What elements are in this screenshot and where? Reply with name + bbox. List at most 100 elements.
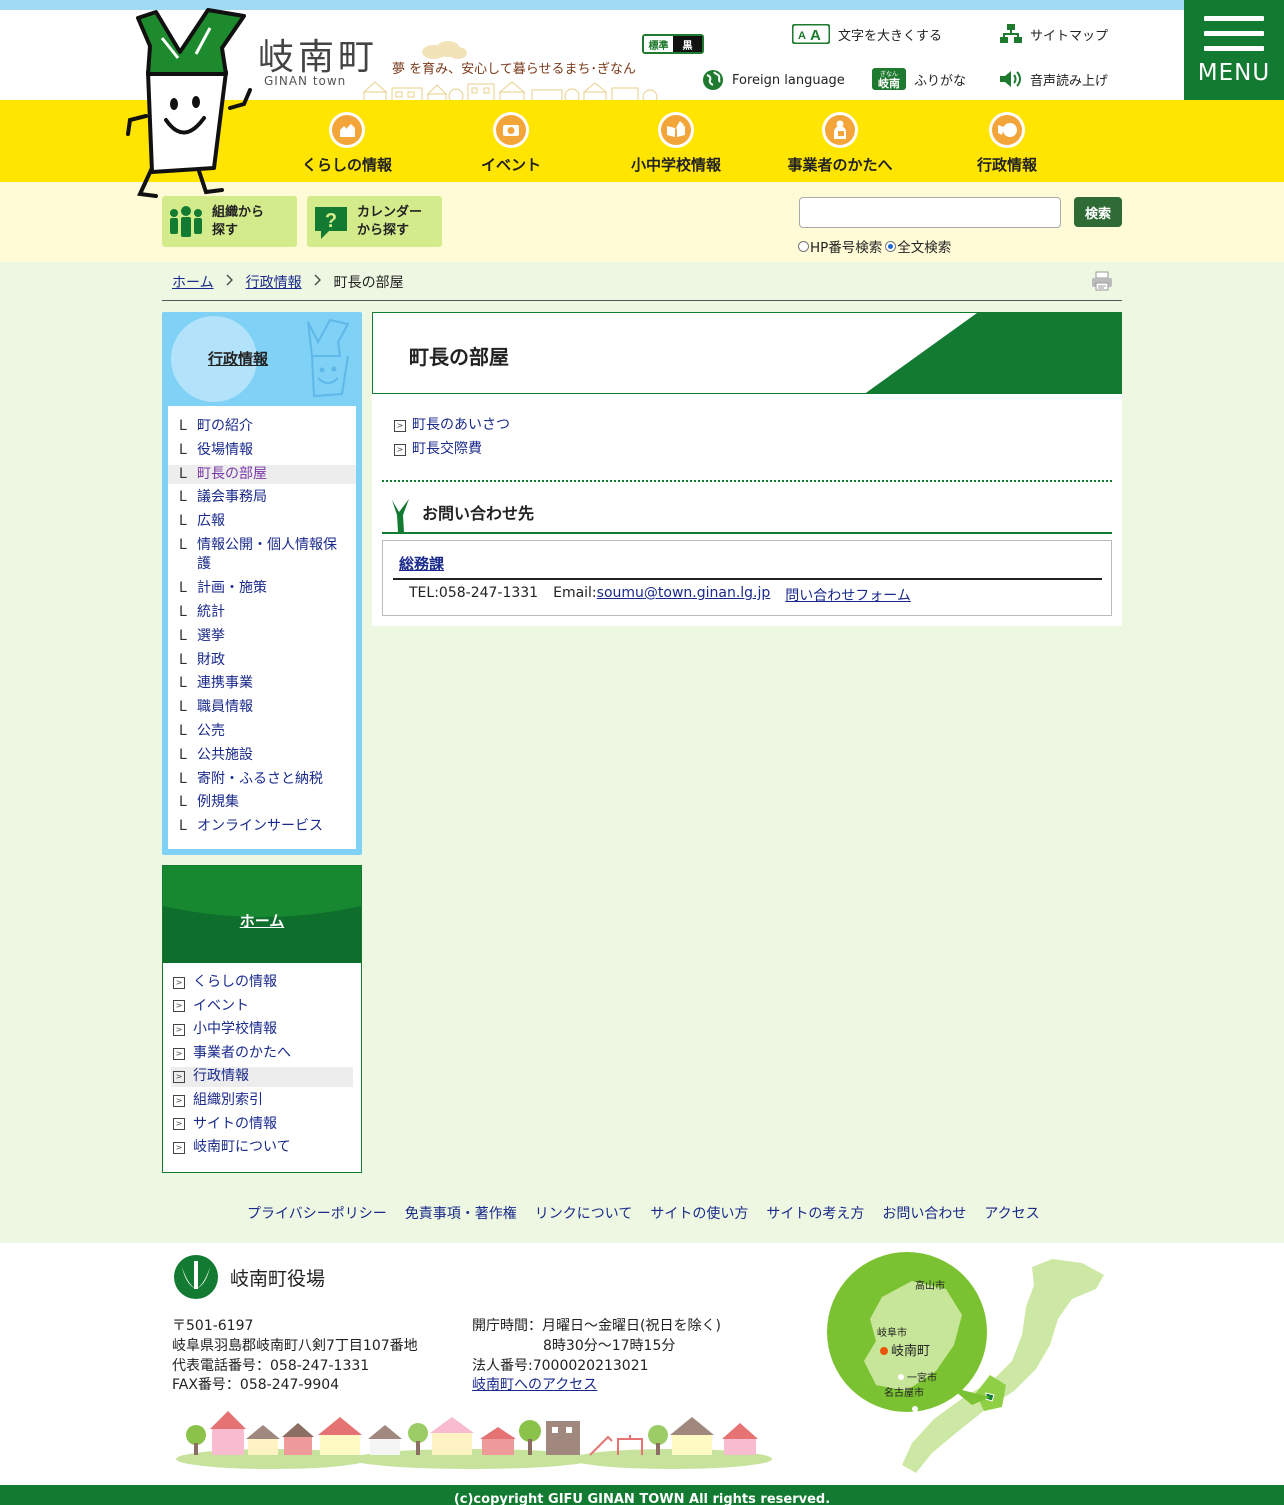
footer-link-privacy[interactable]: プライバシーポリシー: [247, 1203, 387, 1223]
contrast-switcher[interactable]: 標準 黒: [642, 34, 704, 54]
sidebar-item[interactable]: L 連携事業: [168, 674, 356, 694]
contact-form-link[interactable]: 問い合わせフォーム: [785, 585, 911, 605]
footer-link-usage[interactable]: サイトの使い方: [650, 1203, 748, 1223]
sidebar-item[interactable]: L 寄附・ふるさと納税: [168, 770, 356, 790]
home-sidebar-item[interactable]: > 小中学校情報: [171, 1020, 353, 1040]
footer-link-linking[interactable]: リンクについて: [535, 1203, 633, 1223]
gnav-business[interactable]: 事業者のかたへ: [760, 112, 920, 175]
sidebar-item[interactable]: L 役場情報: [168, 441, 356, 461]
sidebar-item-label[interactable]: 町長の部屋: [197, 465, 267, 485]
gnav-schools[interactable]: 小中学校情報: [596, 112, 756, 175]
home-sidebar-item-label[interactable]: 岐南町について: [193, 1138, 291, 1158]
foreign-language-link[interactable]: Foreign language: [702, 69, 845, 91]
contrast-standard-button[interactable]: 標準: [644, 36, 673, 52]
printer-icon[interactable]: [1091, 270, 1113, 292]
sidebar-item-label[interactable]: 財政: [197, 651, 225, 671]
footer-link-access[interactable]: アクセス: [984, 1203, 1039, 1223]
section-sidebar-list: L 町の紹介 L 役場情報 L 町長の部屋 L 議会事務局 L 広報 L 情報公開・個人情報保護 L 計画…: [168, 406, 356, 849]
sidebar-item[interactable]: L 職員情報: [168, 698, 356, 718]
sidebar-item-mark: L: [179, 513, 187, 530]
fulltext-radio[interactable]: [885, 240, 897, 252]
home-sidebar-item[interactable]: > イベント: [171, 997, 353, 1017]
breadcrumb-home-link[interactable]: ホーム: [172, 272, 214, 292]
sidebar-item-label[interactable]: 職員情報: [197, 698, 253, 718]
search-input[interactable]: [799, 197, 1061, 228]
people-icon: [170, 205, 202, 237]
contact-department-link[interactable]: 総務課: [399, 553, 444, 574]
contrast-black-button[interactable]: 黒: [673, 36, 702, 52]
fulltext-radio-label[interactable]: 全文検索: [897, 236, 951, 256]
sidebar-item-label[interactable]: 情報公開・個人情報保護: [197, 536, 348, 575]
sidebar-item-label[interactable]: 統計: [197, 603, 225, 623]
sidebar-item[interactable]: L 財政: [168, 651, 356, 671]
find-by-calendar-button[interactable]: ? カレンダー から探す: [307, 196, 442, 247]
home-sidebar-item[interactable]: > サイトの情報: [171, 1115, 353, 1135]
sidebar-item-label[interactable]: 公売: [197, 722, 225, 742]
mascot-character[interactable]: [126, 8, 256, 204]
sidebar-item[interactable]: L 公売: [168, 722, 356, 742]
sidebar-item-label[interactable]: 町の紹介: [197, 417, 253, 437]
sidebar-item-label[interactable]: 議会事務局: [197, 488, 267, 508]
sidebar-item[interactable]: L 町の紹介: [168, 417, 356, 437]
sidebar-item-label[interactable]: 寄附・ふるさと納税: [197, 770, 323, 790]
breadcrumb-section-link[interactable]: 行政情報: [246, 272, 302, 292]
home-sidebar-item[interactable]: > 行政情報: [171, 1067, 353, 1087]
footer-link-disclaimer[interactable]: 免責事項・著作権: [405, 1203, 517, 1223]
home-sidebar-item-label[interactable]: 組織別索引: [193, 1091, 263, 1111]
sidebar-item[interactable]: L 議会事務局: [168, 488, 356, 508]
home-sidebar-item-label[interactable]: サイトの情報: [193, 1115, 277, 1135]
sitemap-link[interactable]: サイトマップ: [1000, 24, 1108, 44]
sidebar-item[interactable]: L 計画・施策: [168, 579, 356, 599]
hp-number-radio[interactable]: [798, 240, 809, 252]
gnav-events[interactable]: イベント: [431, 112, 591, 175]
sidebar-item[interactable]: L 公共施設: [168, 746, 356, 766]
gnav-administration[interactable]: 行政情報: [927, 112, 1087, 175]
footer-link-contact[interactable]: お問い合わせ: [882, 1203, 966, 1223]
sidebar-item[interactable]: L 例規集: [168, 793, 356, 813]
sidebar-item-label[interactable]: 例規集: [197, 793, 239, 813]
link-expenses[interactable]: > 町長交際費: [394, 440, 510, 459]
home-sidebar-item[interactable]: > 組織別索引: [171, 1091, 353, 1111]
section-sidebar-title[interactable]: 行政情報: [208, 348, 268, 369]
link-label[interactable]: 町長のあいさつ: [412, 416, 510, 435]
contact-email-link[interactable]: soumu@town.ginan.lg.jp: [597, 585, 771, 605]
home-sidebar-item[interactable]: > くらしの情報: [171, 973, 353, 993]
sidebar-item-mark: L: [179, 441, 187, 458]
footer-access-link[interactable]: 岐南町へのアクセス: [472, 1377, 597, 1393]
link-greeting[interactable]: > 町長のあいさつ: [394, 416, 510, 435]
gnav-label: 小中学校情報: [630, 156, 721, 174]
sidebar-item-label[interactable]: 役場情報: [197, 441, 253, 461]
link-label[interactable]: 町長交際費: [412, 440, 482, 459]
home-sidebar-item-label[interactable]: くらしの情報: [193, 973, 277, 993]
sidebar-item-label[interactable]: 計画・施策: [197, 579, 267, 599]
menu-button[interactable]: MENU: [1184, 0, 1284, 100]
home-sidebar-item-label[interactable]: イベント: [193, 997, 249, 1017]
site-footer: 岐南町役場 〒501-6197 岐阜県羽島郡岐南町八剣7丁目107番地 代表電話…: [0, 1243, 1284, 1485]
read-aloud-link[interactable]: 音声読み上げ: [998, 68, 1108, 90]
home-sidebar-title[interactable]: ホーム: [163, 910, 361, 931]
sidebar-item[interactable]: L 選挙: [168, 627, 356, 647]
text-size-link[interactable]: AA 文字を大きくする: [792, 24, 942, 44]
footer-address-block: 〒501-6197 岐阜県羽島郡岐南町八剣7丁目107番地 代表電話番号：058…: [172, 1317, 418, 1396]
search-button[interactable]: 検索: [1074, 197, 1122, 227]
sidebar-item-label[interactable]: 公共施設: [197, 746, 253, 766]
sidebar-item-label[interactable]: 選挙: [197, 627, 225, 647]
sidebar-item-label[interactable]: 広報: [197, 512, 225, 532]
hp-number-radio-label[interactable]: HP番号検索: [810, 236, 882, 256]
sidebar-item-label[interactable]: 連携事業: [197, 674, 253, 694]
sidebar-item[interactable]: L オンラインサービス: [168, 817, 356, 837]
home-sidebar-item-label[interactable]: 行政情報: [193, 1067, 249, 1087]
sidebar-item[interactable]: L 広報: [168, 512, 356, 532]
home-sidebar-item[interactable]: > 事業者のかたへ: [171, 1044, 353, 1064]
home-sidebar-item-label[interactable]: 小中学校情報: [193, 1020, 277, 1040]
sidebar-item[interactable]: L 町長の部屋: [168, 464, 356, 485]
home-sidebar-item[interactable]: > 岐南町について: [171, 1138, 353, 1158]
gnav-label: イベント: [480, 156, 541, 174]
sidebar-item[interactable]: L 統計: [168, 603, 356, 623]
footer-link-policy[interactable]: サイトの考え方: [766, 1203, 864, 1223]
sidebar-item-label[interactable]: オンラインサービス: [197, 817, 323, 837]
gnav-living-info[interactable]: くらしの情報: [267, 112, 427, 175]
sidebar-item[interactable]: L 情報公開・個人情報保護: [168, 536, 356, 575]
furigana-link[interactable]: ぎなん 岐南 ふりがな: [872, 68, 966, 90]
home-sidebar-item-label[interactable]: 事業者のかたへ: [193, 1044, 291, 1064]
